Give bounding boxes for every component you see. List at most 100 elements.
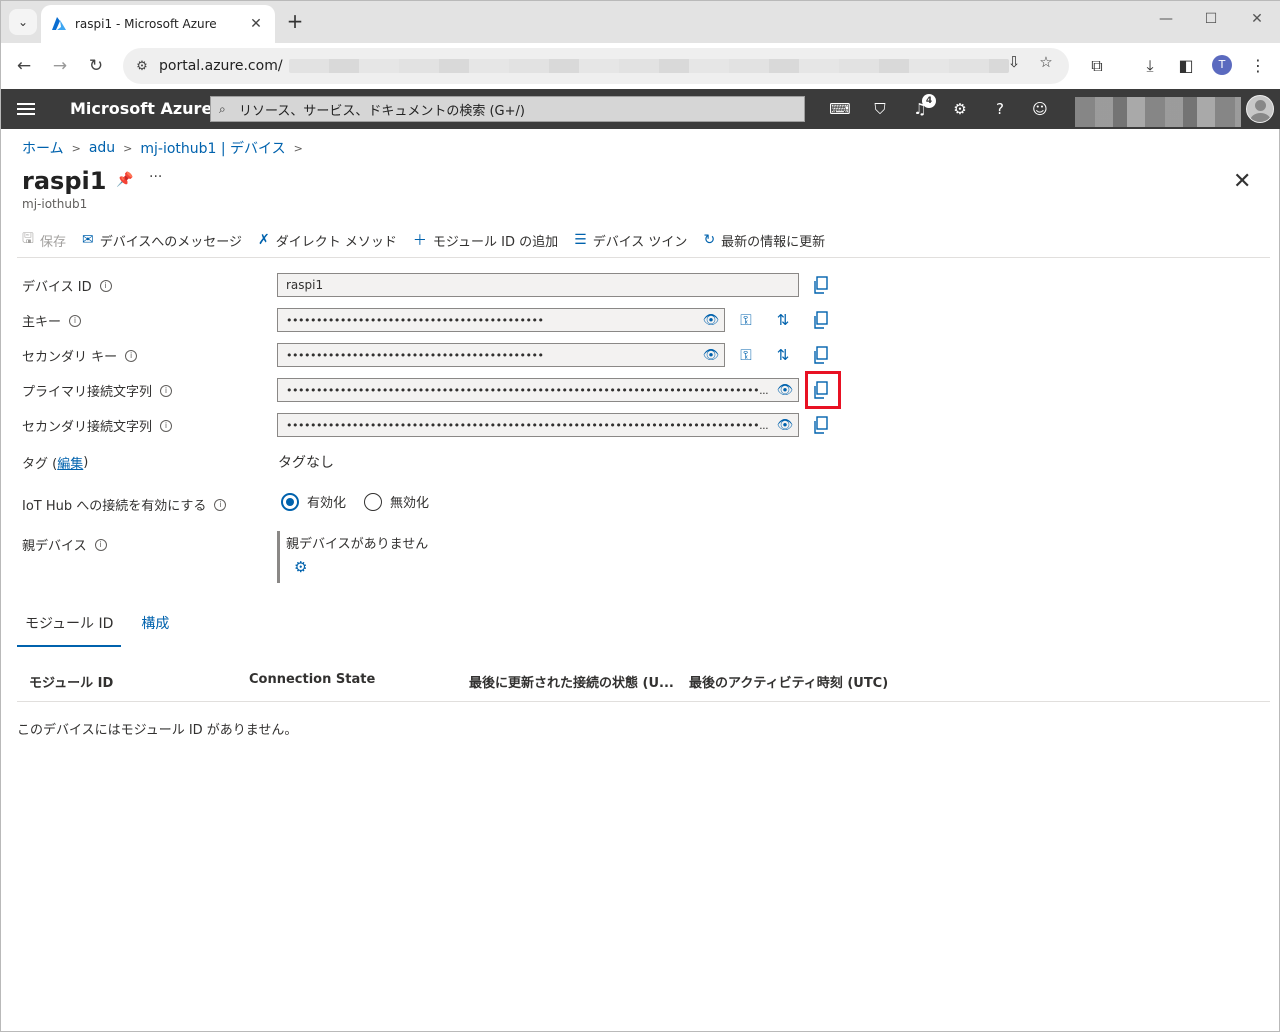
mail-icon: ✉ (81, 232, 94, 248)
breadcrumb-iothub-devices[interactable]: mj-iothub1 | デバイス (140, 138, 285, 158)
chevron-right-icon: > (123, 141, 133, 155)
downloads-icon[interactable]: ⤓ (1139, 55, 1161, 77)
regenerate-key-icon[interactable]: ⚿ (736, 310, 756, 330)
secondary-key-field[interactable]: ••••••••••••••••••••••••••••••••••••••••… (277, 343, 725, 367)
column-header[interactable]: 最後に更新された接続の状態 (U... (469, 672, 674, 691)
primary-connection-string-field[interactable]: ••••••••••••••••••••••••••••••••••••••••… (277, 378, 799, 402)
save-button[interactable]: 🖫 保存 (22, 228, 66, 252)
message-to-device-button[interactable]: ✉ デバイスへのメッセージ (82, 231, 242, 250)
command-bar: 🖫 保存 ✉ デバイスへのメッセージ ✗ ダイレクト メソッド ＋モジュール ID の… (22, 229, 841, 251)
chevron-right-icon: > (71, 141, 81, 155)
device-twin-button[interactable]: ☰ デバイス ツイン (574, 231, 687, 250)
browser-tab-strip: ⌄ raspi1 - Microsoft Azure ✕ + — ☐ ✕ (1, 1, 1280, 43)
column-header[interactable]: 最後のアクティビティ時刻 (UTC) (689, 672, 888, 691)
more-options-icon[interactable]: ··· (149, 169, 162, 185)
copy-icon[interactable] (813, 276, 829, 294)
address-url: portal.azure.com/ (159, 58, 283, 74)
swap-keys-icon[interactable]: ⇅ (773, 310, 793, 330)
disable-radio[interactable]: 無効化 (364, 492, 429, 511)
info-icon[interactable]: i (125, 349, 138, 362)
chevron-right-icon: > (293, 141, 303, 155)
info-icon[interactable]: i (160, 384, 173, 397)
new-tab-button[interactable]: + (284, 10, 306, 32)
copy-icon[interactable] (813, 346, 829, 364)
tags-label: タグ (編集) (22, 453, 89, 472)
portal-menu-icon[interactable] (17, 100, 35, 118)
tags-value: タグなし (278, 455, 334, 471)
minimize-icon[interactable]: — (1156, 11, 1176, 27)
secondary-connection-string-field[interactable]: ••••••••••••••••••••••••••••••••••••••••… (277, 413, 799, 437)
info-icon[interactable]: i (160, 419, 173, 432)
browser-tab[interactable]: raspi1 - Microsoft Azure ✕ (41, 5, 275, 43)
directory-filter-icon[interactable]: ⛉ (869, 98, 891, 120)
refresh-icon: ↻ (703, 232, 716, 248)
radio-selected-icon (281, 492, 299, 511)
tab-module-id[interactable]: モジュール ID (17, 607, 122, 647)
show-eye-icon[interactable]: 👁 (772, 383, 798, 398)
save-icon: 🖫 (22, 231, 34, 247)
info-icon[interactable]: i (94, 538, 107, 551)
extensions-icon[interactable]: ⧉ (1086, 55, 1108, 77)
regenerate-key-icon[interactable]: ⚿ (736, 345, 756, 365)
empty-table-message: このデバイスにはモジュール ID がありません。 (17, 723, 298, 738)
show-eye-icon[interactable]: 👁 (698, 313, 724, 328)
copy-icon[interactable] (813, 311, 829, 329)
info-icon[interactable]: i (99, 279, 112, 292)
set-parent-gear-icon[interactable]: ⚙ (294, 558, 307, 576)
primary-key-field[interactable]: ••••••••••••••••••••••••••••••••••••••••… (277, 308, 725, 332)
breadcrumb-home[interactable]: ホーム (22, 138, 64, 158)
help-icon[interactable]: ? (989, 98, 1011, 120)
direct-method-button[interactable]: ✗ ダイレクト メソッド (258, 231, 397, 250)
tab-configuration[interactable]: 構成 (133, 607, 177, 647)
breadcrumb-adu[interactable]: adu (89, 140, 115, 156)
iot-hub-connection-label: IoT Hub への接続を有効にする i (22, 495, 227, 514)
tab-title: raspi1 - Microsoft Azure (75, 17, 217, 31)
refresh-button[interactable]: ↻ 最新の情報に更新 (703, 231, 825, 250)
info-icon[interactable]: i (69, 314, 82, 327)
edit-tags-link[interactable]: 編集 (57, 453, 83, 472)
notification-badge: 4 (922, 94, 936, 108)
cloud-shell-icon[interactable]: ⌨ (829, 98, 851, 120)
device-id-field[interactable]: raspi1 (277, 273, 799, 297)
add-module-id-button[interactable]: ＋モジュール ID の追加 (413, 230, 558, 250)
plus-icon: ＋ (412, 233, 427, 249)
module-tabs: モジュール ID 構成 (17, 607, 189, 647)
radio-unselected-icon (364, 492, 382, 511)
page-title: raspi1 (22, 167, 107, 195)
column-header[interactable]: Connection State (249, 672, 375, 687)
tab-search-chevron-icon[interactable]: ⌄ (9, 9, 37, 35)
info-icon[interactable]: i (214, 498, 227, 511)
bookmark-star-icon[interactable]: ☆ (1036, 52, 1056, 72)
copy-icon[interactable] (813, 416, 829, 434)
show-eye-icon[interactable]: 👁 (772, 418, 798, 433)
primary-connection-string-label: プライマリ接続文字列 i (22, 381, 173, 400)
show-eye-icon[interactable]: 👁 (698, 348, 724, 363)
feedback-icon[interactable]: ☺ (1029, 98, 1051, 120)
pin-icon[interactable]: 📌 (116, 172, 133, 188)
swap-keys-icon[interactable]: ⇅ (773, 345, 793, 365)
search-placeholder: リソース、サービス、ドキュメントの検索 (G+/) (239, 103, 525, 119)
close-blade-icon[interactable]: ✕ (1233, 169, 1251, 194)
enable-radio[interactable]: 有効化 (281, 492, 346, 511)
settings-gear-icon[interactable]: ⚙ (949, 98, 971, 120)
azure-brand[interactable]: Microsoft Azure (70, 99, 212, 118)
window-close-icon[interactable]: ✕ (1247, 11, 1267, 27)
back-icon[interactable]: ← (11, 53, 37, 79)
address-bar[interactable]: ⚙ portal.azure.com/ (123, 48, 1069, 84)
side-panel-icon[interactable]: ◧ (1175, 55, 1197, 77)
site-info-icon[interactable]: ⚙ (133, 59, 151, 74)
install-app-icon[interactable]: ⇩ (1004, 52, 1024, 72)
maximize-icon[interactable]: ☐ (1201, 11, 1221, 27)
account-avatar[interactable] (1246, 95, 1274, 123)
global-search-input[interactable]: ⌕ リソース、サービス、ドキュメントの検索 (G+/) (210, 96, 805, 122)
url-redacted (288, 59, 1009, 73)
divider (17, 257, 1270, 258)
browser-menu-icon[interactable]: ⋮ (1247, 55, 1269, 77)
profile-avatar[interactable]: T (1212, 55, 1232, 75)
tab-close-icon[interactable]: ✕ (247, 16, 265, 32)
account-info-redacted[interactable] (1075, 97, 1241, 127)
column-header[interactable]: モジュール ID (29, 672, 113, 691)
direct-method-icon: ✗ (258, 232, 270, 248)
reload-icon[interactable]: ↻ (83, 53, 109, 79)
forward-icon[interactable]: → (47, 53, 73, 79)
